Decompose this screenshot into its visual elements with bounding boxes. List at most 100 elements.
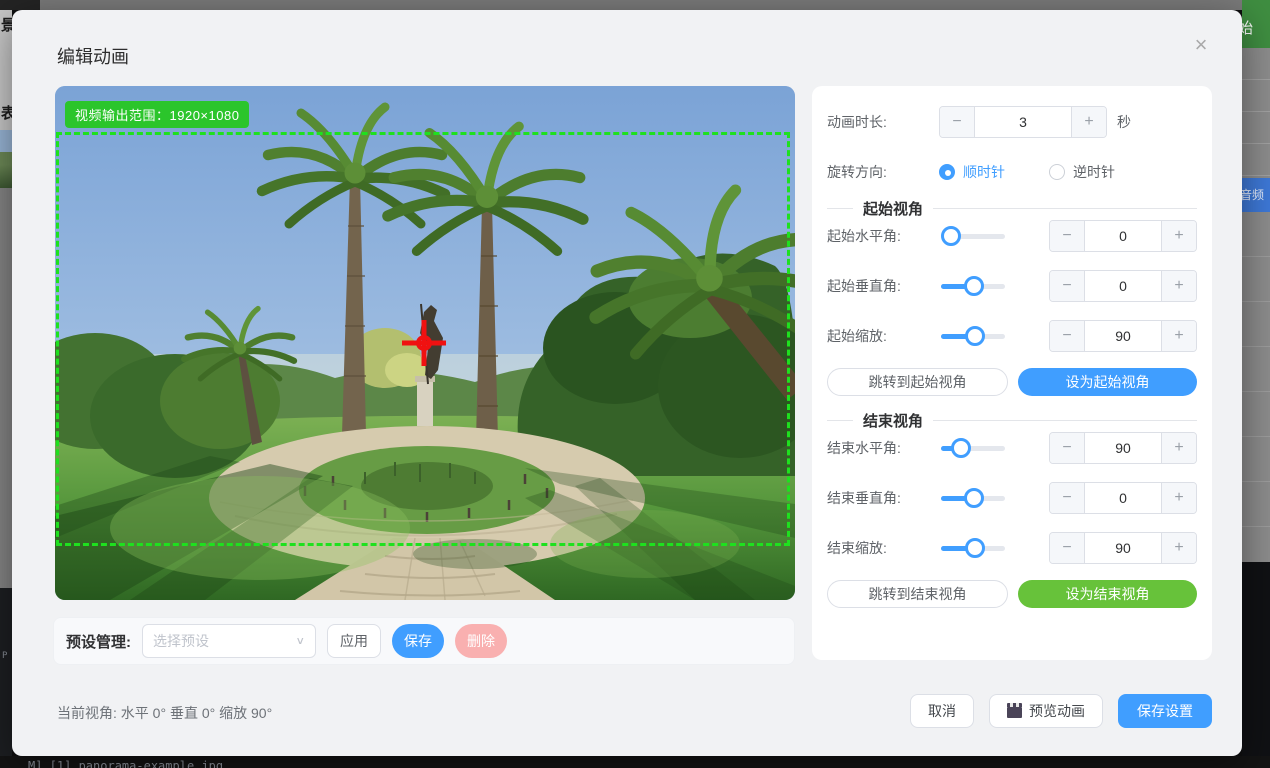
radio-clockwise[interactable]: 顺时针	[939, 162, 1005, 182]
slider-thumb[interactable]	[964, 488, 984, 508]
decrease-button[interactable]: −	[1050, 433, 1085, 463]
apply-preset-button[interactable]: 应用	[327, 624, 381, 658]
background-table-rows	[1242, 48, 1270, 178]
footer-actions: 取消 预览动画 保存设置	[910, 694, 1212, 728]
background-top-strip	[0, 0, 1270, 10]
chevron-down-icon: ∨	[295, 635, 305, 648]
start-vertical-stepper: − 0 +	[1049, 270, 1197, 302]
delete-preset-button[interactable]: 删除	[455, 624, 507, 658]
screen: 景 表 P 始 音频 M] [1] panorama-example.jpg 编…	[0, 0, 1270, 768]
end-zoom-value[interactable]: 90	[1085, 533, 1161, 563]
preview-animation-button[interactable]: 预览动画	[989, 694, 1103, 728]
background-right-strip: 始 音频	[1242, 10, 1270, 756]
start-vertical-label: 起始垂直角:	[827, 276, 939, 296]
save-preset-button[interactable]: 保存	[392, 624, 444, 658]
slider-thumb[interactable]	[941, 226, 961, 246]
end-horizontal-slider[interactable]	[941, 438, 1005, 458]
increase-button[interactable]: +	[1161, 433, 1196, 463]
jump-to-end-view-button[interactable]: 跳转到结束视角	[827, 580, 1008, 608]
radio-counterclockwise[interactable]: 逆时针	[1049, 162, 1115, 182]
slider-thumb[interactable]	[965, 538, 985, 558]
duration-unit: 秒	[1117, 112, 1131, 132]
panorama-scene	[55, 86, 795, 600]
end-vertical-slider[interactable]	[941, 488, 1005, 508]
rotation-radio-group: 顺时针 逆时针	[939, 162, 1115, 182]
decrease-button[interactable]: −	[1050, 533, 1085, 563]
increase-button[interactable]: +	[1161, 321, 1196, 351]
start-zoom-value[interactable]: 90	[1085, 321, 1161, 351]
cancel-button[interactable]: 取消	[910, 694, 974, 728]
preset-select-placeholder: 选择预设	[153, 631, 295, 651]
start-horizontal-stepper: − 0 +	[1049, 220, 1197, 252]
end-vertical-stepper: − 0 +	[1049, 482, 1197, 514]
background-audio-fragment: 音频	[1242, 178, 1270, 212]
background-table-rows	[1242, 212, 1270, 562]
background-dark-area	[1242, 562, 1270, 756]
slider-thumb[interactable]	[965, 326, 985, 346]
duration-value[interactable]: 3	[975, 107, 1071, 137]
dialog-title: 编辑动画	[57, 43, 129, 69]
increase-button[interactable]: +	[1161, 271, 1196, 301]
end-vertical-label: 结束垂直角:	[827, 488, 939, 508]
background-text-fragment: 景	[1, 18, 12, 33]
background-left-strip: 景 表 P	[0, 10, 12, 756]
radio-clockwise-label: 顺时针	[963, 162, 1005, 182]
increase-button[interactable]: +	[1161, 533, 1196, 563]
end-zoom-slider[interactable]	[941, 538, 1005, 558]
start-vertical-value[interactable]: 0	[1085, 271, 1161, 301]
background-left-labels: 景 表	[0, 10, 12, 130]
preset-manager-label: 预设管理:	[66, 631, 131, 652]
radio-counterclockwise-label: 逆时针	[1073, 162, 1115, 182]
start-zoom-slider[interactable]	[941, 326, 1005, 346]
decrease-button[interactable]: −	[1050, 271, 1085, 301]
end-zoom-label: 结束缩放:	[827, 538, 939, 558]
set-end-view-button[interactable]: 设为结束视角	[1018, 580, 1197, 608]
decrease-button[interactable]: −	[1050, 221, 1085, 251]
slider-thumb[interactable]	[951, 438, 971, 458]
start-vertical-slider[interactable]	[941, 276, 1005, 296]
start-zoom-label: 起始缩放:	[827, 326, 939, 346]
preview-animation-label: 预览动画	[1029, 701, 1085, 721]
panorama-preview[interactable]: 视频输出范围：1920×1080	[55, 86, 795, 600]
radio-unselected-icon	[1049, 164, 1065, 180]
background-terminal-strip: M] [1] panorama-example.jpg	[0, 756, 1270, 768]
background-thumbnail	[0, 130, 12, 188]
edit-animation-dialog: 编辑动画 ×	[12, 10, 1242, 756]
background-left-panel	[0, 188, 12, 588]
background-console-fragment: P	[0, 588, 12, 756]
increase-button[interactable]: +	[1161, 221, 1196, 251]
slider-thumb[interactable]	[964, 276, 984, 296]
radio-selected-icon	[939, 164, 955, 180]
end-horizontal-value[interactable]: 90	[1085, 433, 1161, 463]
increase-button[interactable]: +	[1161, 483, 1196, 513]
start-horizontal-label: 起始水平角:	[827, 226, 939, 246]
decrease-button[interactable]: −	[1050, 321, 1085, 351]
start-zoom-stepper: − 90 +	[1049, 320, 1197, 352]
start-view-title: 起始视角	[863, 198, 923, 219]
terminal-text: M] [1] panorama-example.jpg	[28, 759, 223, 768]
duration-label: 动画时长:	[827, 112, 939, 132]
end-horizontal-label: 结束水平角:	[827, 438, 939, 458]
decrease-button[interactable]: −	[1050, 483, 1085, 513]
video-output-range-badge: 视频输出范围：1920×1080	[65, 101, 249, 128]
background-start-button-fragment: 始	[1242, 10, 1270, 48]
preset-select[interactable]: 选择预设 ∨	[142, 624, 316, 658]
set-start-view-button[interactable]: 设为起始视角	[1018, 368, 1197, 396]
duration-stepper: − 3 +	[939, 106, 1107, 138]
save-settings-button[interactable]: 保存设置	[1118, 694, 1212, 728]
start-horizontal-value[interactable]: 0	[1085, 221, 1161, 251]
end-view-title: 结束视角	[863, 410, 923, 431]
preset-manager-bar: 预设管理: 选择预设 ∨ 应用 保存 删除	[53, 617, 795, 665]
end-zoom-stepper: − 90 +	[1049, 532, 1197, 564]
rotation-label: 旋转方向:	[827, 162, 939, 182]
end-vertical-value[interactable]: 0	[1085, 483, 1161, 513]
jump-to-start-view-button[interactable]: 跳转到起始视角	[827, 368, 1008, 396]
animation-settings-panel: 动画时长: − 3 + 秒 旋转方向: 顺时针 逆时针	[812, 86, 1212, 660]
start-horizontal-slider[interactable]	[941, 226, 1005, 246]
duration-decrease-button[interactable]: −	[940, 107, 975, 137]
current-view-status: 当前视角: 水平 0° 垂直 0° 缩放 90°	[57, 703, 272, 723]
close-icon[interactable]: ×	[1188, 32, 1214, 58]
background-text-fragment: 表	[1, 106, 12, 121]
duration-increase-button[interactable]: +	[1071, 107, 1106, 137]
end-horizontal-stepper: − 90 +	[1049, 432, 1197, 464]
